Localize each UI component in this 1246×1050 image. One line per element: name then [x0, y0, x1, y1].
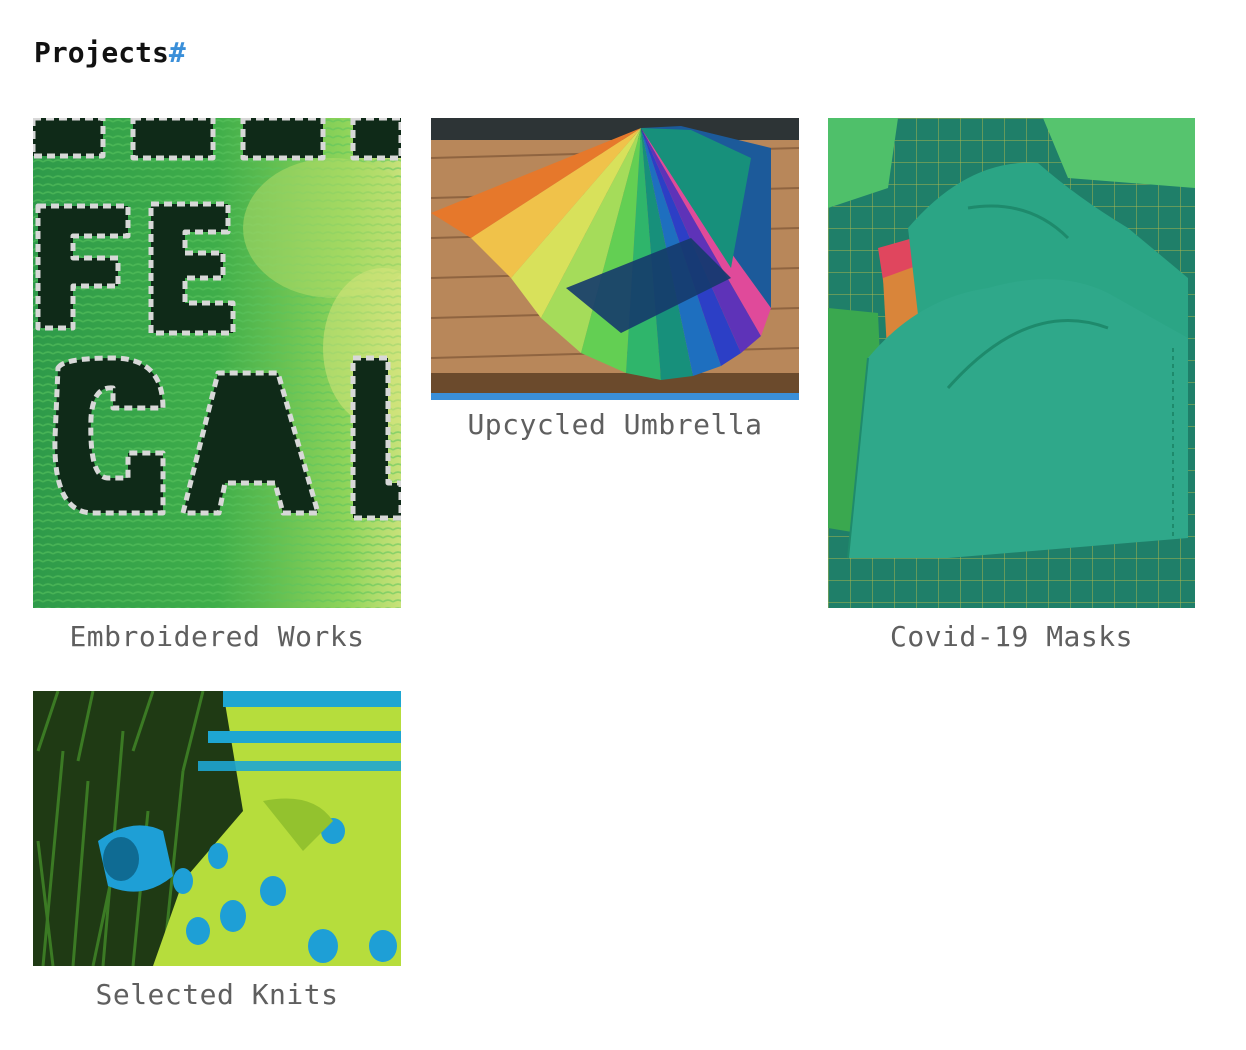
heading-anchor-link[interactable]: #: [169, 36, 186, 69]
project-caption[interactable]: Embroidered Works: [33, 620, 401, 653]
project-image-covid-19-masks[interactable]: [828, 118, 1195, 608]
project-caption[interactable]: Selected Knits: [33, 978, 401, 1011]
project-card-covid-19-masks[interactable]: Covid-19 Masks: [828, 118, 1195, 653]
project-image-embroidered-works[interactable]: [33, 118, 401, 608]
page-title: Projects#: [34, 36, 186, 69]
embroidery-photo: [33, 118, 401, 608]
project-caption[interactable]: Covid-19 Masks: [828, 620, 1195, 653]
project-card-upcycled-umbrella[interactable]: Upcycled Umbrella: [431, 118, 799, 441]
project-caption[interactable]: Upcycled Umbrella: [431, 408, 799, 441]
umbrella-photo: [431, 118, 799, 393]
masks-photo: [828, 118, 1195, 608]
active-underline: [431, 393, 799, 400]
project-image-selected-knits[interactable]: [33, 691, 401, 966]
page-title-text: Projects: [34, 36, 169, 69]
project-card-selected-knits[interactable]: Selected Knits: [33, 691, 401, 1011]
project-card-embroidered-works[interactable]: Embroidered Works: [33, 118, 401, 653]
project-image-upcycled-umbrella[interactable]: [431, 118, 799, 400]
knits-photo: [33, 691, 401, 966]
